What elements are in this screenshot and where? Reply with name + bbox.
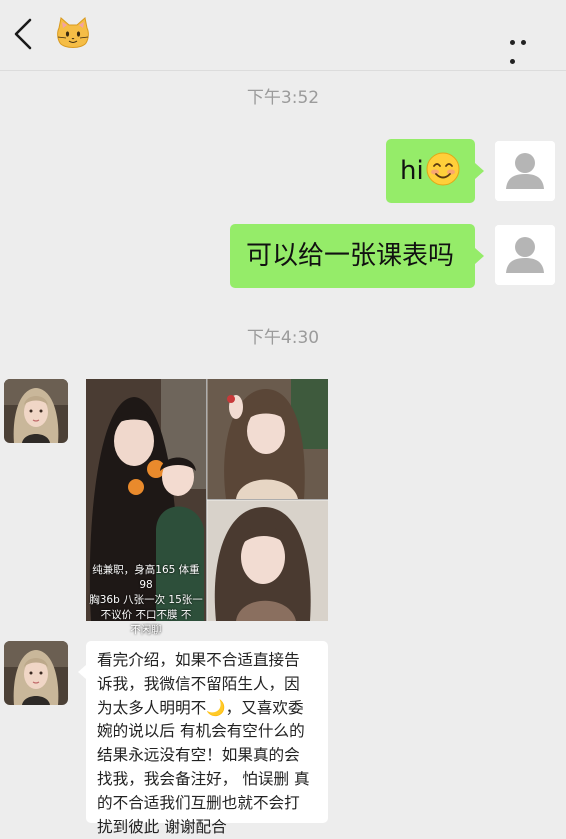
timestamp: 下午4:30 xyxy=(246,328,320,348)
message-line: 找我，我会备注好， 怕误删 真 xyxy=(97,769,310,788)
message-text: hi xyxy=(400,156,424,186)
incoming-message[interactable]: 看完介绍，如果不合适直接告 诉我，我微信不留陌生人，因 为太多人明明不🌙，又喜欢… xyxy=(78,641,328,836)
message-line-with-emoji: 为太多人明明不🌙，又喜欢委 xyxy=(97,697,320,721)
outgoing-message[interactable]: 可以给一张课表吗 xyxy=(230,224,484,288)
caption-line: 纯兼职，身高165 体重98 xyxy=(92,564,200,591)
caption-line: 不议价 不口不膜 不 xyxy=(100,609,192,621)
message-text: 可以给一张课表吗 xyxy=(246,241,455,271)
message-line: 扰到彼此 谢谢配合 xyxy=(97,817,227,836)
message-text: 为太多人明明不 xyxy=(97,698,207,717)
outgoing-message[interactable]: hi xyxy=(386,139,484,203)
caption-line: 不闲聊 xyxy=(130,624,162,636)
message-line: 看完介绍，如果不合适直接告 xyxy=(97,651,300,669)
more-dots-icon[interactable] xyxy=(510,30,542,64)
timestamp: 下午3:52 xyxy=(246,88,320,108)
moon-icon: 🌙 xyxy=(206,698,226,717)
contact-avatar[interactable] xyxy=(4,641,68,705)
photo-collage[interactable]: 纯兼职，身高165 体重98 胸36b 八张一次 15张一 不议价 不口不膜 不… xyxy=(86,379,328,636)
cat-emoji-icon xyxy=(55,16,91,52)
smiling-face-icon xyxy=(426,152,460,185)
chat-header xyxy=(0,0,566,71)
message-line: 的不合适我们互删也就不会打 xyxy=(97,793,300,812)
message-text: ，又喜欢委 xyxy=(225,698,304,717)
photo-caption: 纯兼职，身高165 体重98 胸36b 八张一次 15张一 不议价 不口不膜 不… xyxy=(86,563,206,638)
my-avatar[interactable] xyxy=(495,225,555,285)
contact-avatar[interactable] xyxy=(4,379,68,443)
message-line: 结果永远没有空！如果真的会 xyxy=(97,746,300,765)
caption-line: 胸36b 八张一次 15张一 xyxy=(89,594,203,606)
message-line: 诉我，我微信不留陌生人，因 xyxy=(97,674,300,693)
message-line: 婉的说以后 有机会有空什么的 xyxy=(97,722,305,741)
my-avatar[interactable] xyxy=(495,141,555,201)
chevron-left-icon[interactable] xyxy=(10,17,40,51)
